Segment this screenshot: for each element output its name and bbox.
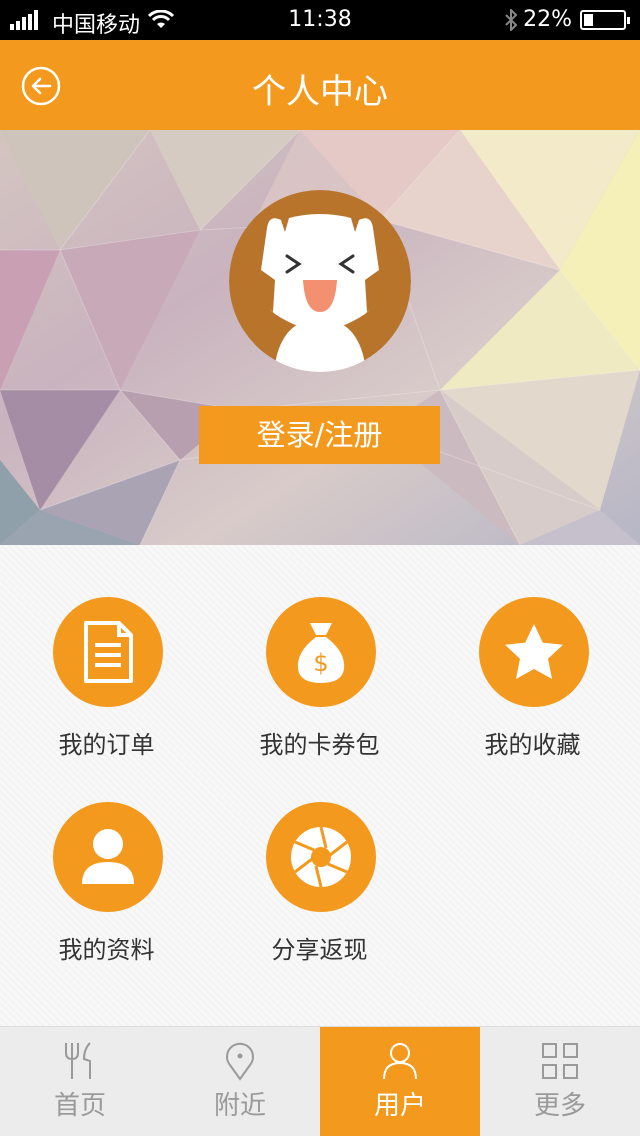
- location-pin-icon: [226, 1042, 254, 1081]
- nav-bar: 个人中心: [0, 40, 640, 130]
- tab-label: 首页: [53, 1091, 106, 1121]
- tab-more[interactable]: 更多: [480, 1027, 640, 1136]
- bluetooth-icon: [505, 9, 518, 31]
- login-register-button[interactable]: 登录/注册: [199, 406, 440, 464]
- menu-item-label: 分享返现: [271, 936, 368, 964]
- tab-label: 附近: [213, 1091, 266, 1121]
- battery-percentage: 22%: [523, 7, 572, 32]
- profile-header: 登录/注册: [0, 130, 640, 545]
- menu-item-profile[interactable]: 我的资料: [0, 750, 213, 964]
- tab-label: 更多: [533, 1091, 586, 1121]
- star-icon: [505, 624, 563, 679]
- menu-item-orders[interactable]: 我的订单: [0, 545, 213, 759]
- person-icon: [82, 829, 134, 884]
- menu-item-favorites[interactable]: 我的收藏: [426, 545, 639, 759]
- fork-knife-icon: [65, 1042, 91, 1079]
- menu-item-label: 我的资料: [58, 936, 155, 964]
- menu-item-label: 我的收藏: [484, 731, 581, 759]
- tab-bar: 首页 附近 用户 更多: [0, 1026, 640, 1136]
- battery-icon: [580, 10, 630, 30]
- aperture-icon: [291, 826, 351, 888]
- svg-text:$: $: [313, 649, 328, 677]
- menu-grid: 我的订单 $ 我的卡券包 我的收藏 我的资料 分享返现: [0, 545, 640, 1026]
- tab-nearby[interactable]: 附近: [160, 1027, 320, 1136]
- grid-icon: [542, 1043, 578, 1079]
- user-icon: [383, 1043, 417, 1080]
- status-bar: 中国移动 11:38 22%: [0, 0, 640, 40]
- tab-user[interactable]: 用户: [320, 1027, 480, 1136]
- menu-item-coupons[interactable]: $ 我的卡券包: [213, 545, 426, 759]
- menu-item-share-cashback[interactable]: 分享返现: [213, 750, 426, 964]
- avatar-illustration: [229, 190, 411, 372]
- document-icon: [84, 621, 133, 683]
- page-title: 个人中心: [252, 72, 388, 112]
- tab-home[interactable]: 首页: [0, 1027, 160, 1136]
- avatar[interactable]: [229, 190, 411, 372]
- money-bag-icon: $: [297, 623, 345, 683]
- tab-label: 用户: [373, 1091, 426, 1121]
